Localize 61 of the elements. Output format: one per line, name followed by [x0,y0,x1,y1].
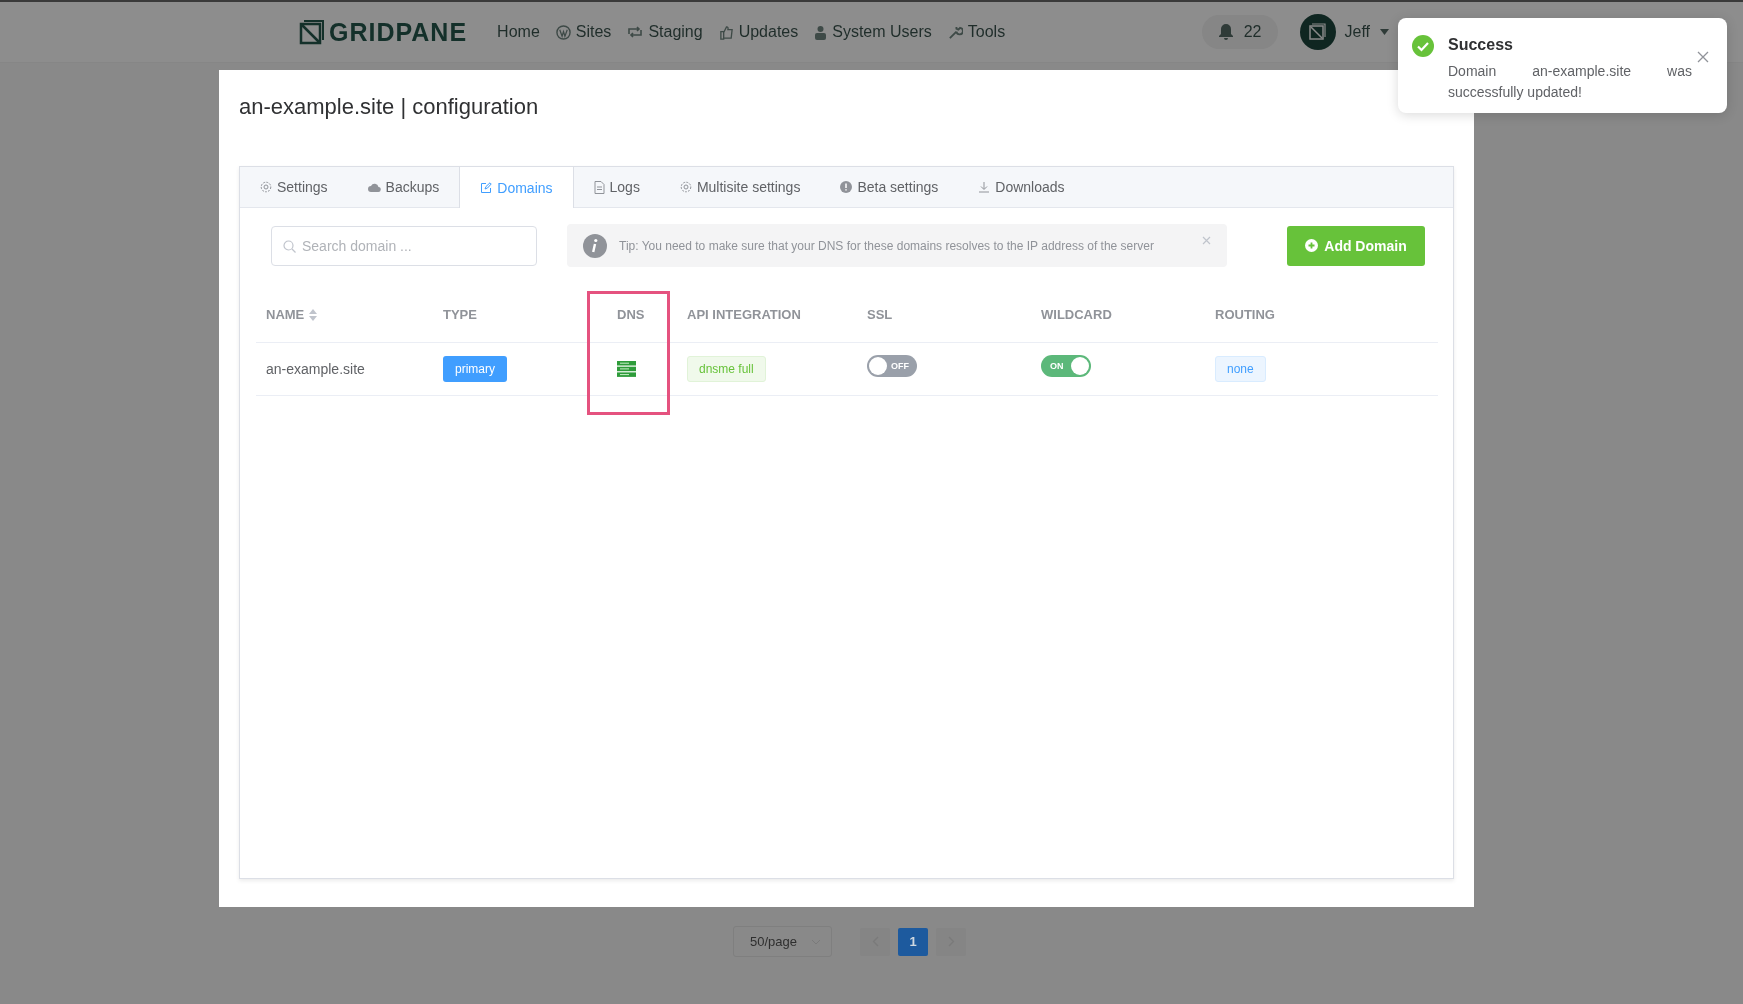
download-icon [978,181,991,193]
search-field[interactable]: Search domain ... [271,225,537,266]
nav-link[interactable]: Tools [947,23,1006,41]
page-button[interactable]: 1 [898,927,928,956]
nav-link[interactable]: Home [497,23,540,41]
type-tag: primary [443,356,507,382]
thumbs-up-icon [718,24,734,40]
user-menu[interactable]: Jeff [1344,23,1389,41]
close-icon[interactable] [1202,236,1211,245]
add-domain-button[interactable]: Add Domain [1287,225,1425,266]
bell-icon [1217,23,1234,41]
info-icon [583,233,607,258]
plus-icon [1305,239,1319,252]
column-header: WILDCARD [1041,307,1112,322]
tab[interactable]: Beta settings [820,167,959,207]
column-header: SSL [867,307,893,322]
tip-text: Tip: You need to make sure that your DNS for these domains resolves to the IP address of the server [619,238,1154,253]
document-icon [593,180,605,194]
wrench-icon [947,24,963,40]
exclamation-icon [840,181,853,193]
close-icon[interactable] [1697,51,1709,63]
search-icon [283,239,296,253]
nav-link[interactable]: System Users [814,23,932,41]
sort-icon[interactable] [309,308,318,321]
nav-link[interactable]: Sites [555,23,612,41]
nav-link[interactable]: Updates [718,23,799,41]
page-size-select[interactable]: 50/page [733,926,832,957]
wordpress-icon [555,24,571,40]
routing-tag: none [1215,356,1266,382]
logo[interactable]: GRIDPANE [299,17,468,47]
logo-text: GRIDPANE [329,17,468,47]
column-header: NAME [266,307,305,322]
column-header: ROUTING [1215,307,1275,322]
sync-icon [627,25,644,39]
notification-title: Success [1448,35,1514,55]
caret-icon [1380,29,1389,35]
avatar[interactable] [1299,14,1336,50]
gear-icon [260,181,272,193]
tab[interactable]: Multisite settings [659,167,821,207]
column-header: DNS [617,307,645,322]
gear-icon [679,181,692,193]
domain-name: an-example.site [266,361,365,377]
notifications-button[interactable]: 22 [1201,15,1278,49]
tab[interactable]: Downloads [958,167,1085,207]
tab[interactable]: Backups [347,167,460,207]
success-icon [1412,35,1434,57]
edit-icon [480,181,493,194]
user-icon [814,24,828,40]
notification-message: Domain an-example.site was successfully updated! [1448,62,1692,102]
tab[interactable]: Settings [240,167,348,207]
api-tag: dnsme full [687,356,766,382]
wildcard-switch[interactable]: ON [1041,355,1091,377]
cloud-icon [367,181,381,193]
tab[interactable]: Domains [459,167,574,208]
nav-link[interactable]: Staging [627,23,703,41]
logo-icon [299,19,325,45]
column-header: API INTEGRATION [687,307,801,322]
server-icon [617,361,636,377]
ssl-switch[interactable]: OFF [867,355,917,377]
tab[interactable]: Logs [573,167,660,207]
column-header: TYPE [443,307,477,322]
